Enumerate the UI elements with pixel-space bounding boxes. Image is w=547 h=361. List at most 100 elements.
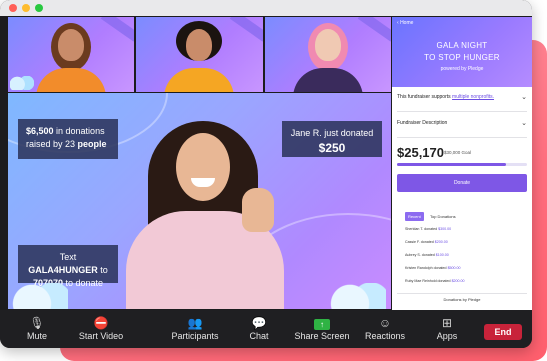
donation-amount: $200.00 — [434, 240, 448, 244]
raised-amount: $6,500 — [26, 126, 54, 136]
meeting-toolbar: 🎙 Mute ⛔ Start Video 👥 Participants 💬 Ch… — [0, 310, 532, 348]
donation-amount: $200.00 — [451, 279, 465, 283]
list-item: Cassie F. donated $200.00 — [405, 240, 525, 253]
tab-recent[interactable]: Recent — [405, 212, 424, 221]
speaker-hand — [242, 188, 274, 232]
participants-button[interactable]: 👥 Participants — [166, 315, 224, 345]
participants-icon: 👥 — [187, 316, 203, 330]
donor-text: Sheridan T. donated — [405, 227, 438, 231]
goal-amount: $30,000 Goal — [444, 150, 472, 155]
donation-tabs: Recent Top Donations — [405, 212, 525, 221]
start-video-label: Start Video — [78, 331, 124, 341]
raised-people: people — [77, 139, 107, 149]
apps-button[interactable]: ⊞ Apps — [434, 315, 460, 345]
description-row[interactable]: Fundraiser Description ⌄ — [397, 120, 529, 127]
chevron-down-icon: ⌄ — [521, 94, 527, 101]
text-prefix: Text — [59, 252, 77, 262]
reactions-icon: ☺ — [378, 316, 392, 330]
text-code: GALA4HUNGER — [28, 265, 98, 275]
ribbon-decoration — [229, 17, 263, 42]
panel-footer: Donations by Pledge — [443, 297, 481, 302]
reactions-button[interactable]: ☺ Reactions — [362, 315, 408, 345]
close-window-button[interactable] — [9, 4, 17, 12]
mute-label: Mute — [26, 331, 47, 341]
microphone-icon: 🎙 — [29, 316, 45, 330]
snow-decoration — [326, 283, 386, 309]
recent-donation-amount: $250 — [318, 141, 346, 155]
snow-decoration — [10, 76, 34, 90]
donations-raised-callout: $6,500 in donations raised by 23 people — [18, 119, 118, 159]
ribbon-decoration — [357, 17, 391, 42]
hero-powered-by: powered by Pledge — [440, 66, 484, 72]
recent-donor-text: Jane R. just donated — [290, 128, 374, 138]
donation-amount: $100.00 — [435, 253, 449, 257]
participant-body — [292, 68, 363, 92]
end-meeting-button[interactable]: End — [484, 324, 522, 340]
apps-icon: ⊞ — [441, 316, 453, 330]
participant-tiles — [8, 17, 391, 92]
participant-face — [314, 29, 341, 61]
share-screen-button[interactable]: ↑ Share Screen — [292, 315, 352, 345]
main-video-stage: $6,500 in donations raised by 23 people … — [8, 93, 391, 309]
progress-fill — [397, 163, 507, 166]
chevron-down-icon: ⌄ — [521, 120, 527, 127]
participants-label: Participants — [171, 331, 219, 341]
snow-decoration — [8, 283, 68, 309]
donate-button[interactable]: Donate — [397, 174, 527, 192]
list-item: Aubrey S. donated $100.00 — [405, 253, 525, 266]
home-label: Home — [400, 20, 414, 26]
divider — [397, 111, 527, 112]
list-item: Ruby Mae Reinhold donated $200.00 — [405, 279, 525, 292]
apps-label: Apps — [436, 331, 458, 341]
supports-row[interactable]: This fundraiser supports multiple nonpro… — [397, 94, 529, 101]
home-link[interactable]: ‹ Home — [397, 20, 413, 26]
donor-text: Cassie F. donated — [405, 240, 434, 244]
zoom-window: $6,500 in donations raised by 23 people … — [0, 0, 532, 348]
list-item: Sheridan T. donated $300.00 — [405, 227, 525, 240]
tab-top-donations[interactable]: Top Donations — [427, 212, 459, 221]
donor-text: Aubrey S. donated — [405, 253, 435, 257]
maximize-window-button[interactable] — [35, 4, 43, 12]
divider — [397, 293, 527, 294]
share-screen-label: Share Screen — [294, 331, 350, 341]
participant-body — [36, 68, 107, 92]
ribbon-decoration — [101, 17, 135, 42]
share-screen-icon: ↑ — [292, 315, 352, 331]
video-off-icon: ⛔ — [93, 316, 109, 330]
nonprofits-link[interactable]: multiple nonprofits. — [452, 94, 494, 100]
supports-text: This fundraiser supports — [397, 94, 451, 100]
donor-text: Ruby Mae Reinhold donated — [405, 279, 451, 283]
hero-title-line1: GALA NIGHT — [436, 41, 488, 50]
donation-amount: $300.00 — [438, 227, 452, 231]
text-mid: to — [97, 265, 108, 275]
chat-label: Chat — [249, 331, 269, 341]
mute-button[interactable]: 🎙 Mute — [20, 315, 54, 345]
donor-text: Kristen Randolph donated — [405, 266, 447, 270]
minimize-window-button[interactable] — [22, 4, 30, 12]
recent-donation-callout: Jane R. just donated $250 — [282, 121, 382, 157]
chat-button[interactable]: 💬 Chat — [244, 315, 274, 345]
participant-tile[interactable] — [136, 17, 263, 92]
speaker-face — [176, 133, 230, 201]
participant-body — [164, 68, 235, 92]
description-label: Fundraiser Description — [397, 120, 448, 126]
amount-raised: $25,170 — [397, 145, 444, 160]
title-bar — [0, 0, 532, 16]
donation-list: Sheridan T. donated $300.00 Cassie F. do… — [405, 227, 525, 292]
donation-amount: $500.00 — [447, 266, 461, 270]
list-item: Kristen Randolph donated $500.00 — [405, 266, 525, 279]
reactions-label: Reactions — [364, 331, 406, 341]
fundraiser-hero: ‹ Home GALA NIGHT TO STOP HUNGER powered… — [392, 17, 532, 87]
participant-tile[interactable] — [264, 17, 391, 92]
participant-face — [186, 29, 213, 61]
divider — [397, 137, 527, 138]
hero-title-line2: TO STOP HUNGER — [424, 53, 500, 62]
text-suffix: to donate — [63, 278, 104, 288]
participant-face — [58, 29, 85, 61]
chat-icon: 💬 — [251, 316, 267, 330]
fundraiser-panel: ‹ Home GALA NIGHT TO STOP HUNGER powered… — [392, 17, 532, 310]
start-video-button[interactable]: ⛔ Start Video — [72, 315, 130, 345]
text-to-donate-callout: Text GALA4HUNGER to 707070 to donate — [18, 245, 118, 288]
participant-tile[interactable] — [8, 17, 135, 92]
progress-bar — [397, 163, 527, 166]
